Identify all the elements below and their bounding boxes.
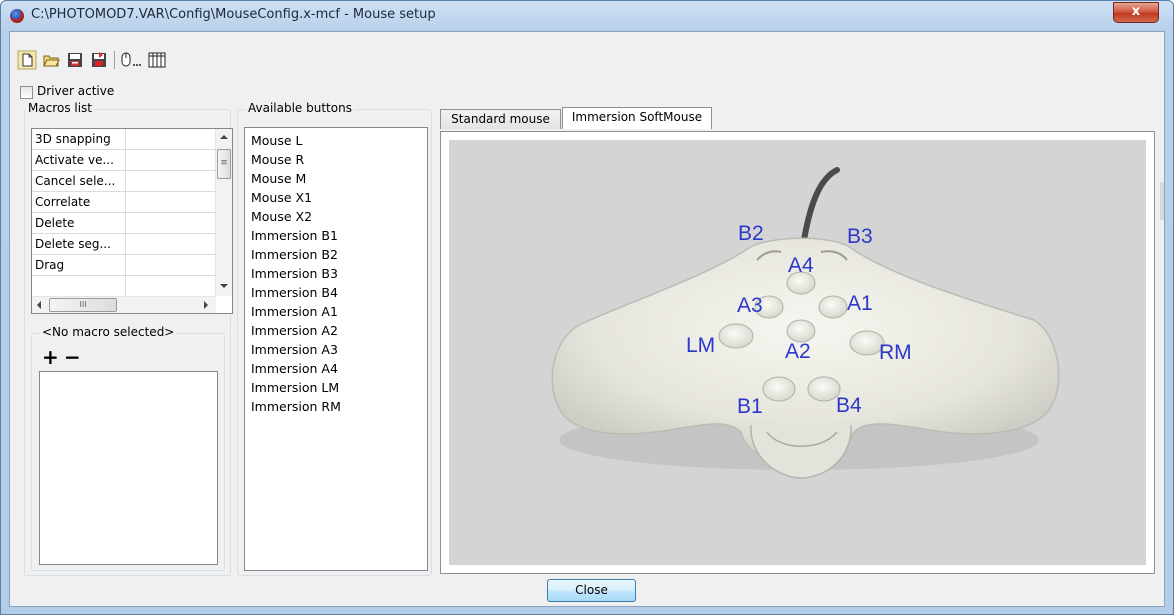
title-bar[interactable]: C:\PHOTOMOD7.VAR\Config\MouseConfig.x-mc… [1, 1, 1173, 31]
macro-row[interactable]: Delete [32, 213, 216, 234]
label-a2: A2 [785, 340, 811, 363]
tab-immersion-softmouse[interactable]: Immersion SoftMouse [562, 107, 712, 129]
list-item[interactable]: Immersion B3 [251, 266, 338, 281]
list-item[interactable]: Immersion A2 [251, 323, 338, 338]
save-icon[interactable] [65, 50, 85, 70]
add-step-button[interactable]: + [42, 345, 59, 369]
grid-icon[interactable] [147, 50, 167, 70]
scroll-up-icon[interactable] [220, 135, 228, 139]
window-edge [1160, 182, 1164, 220]
scroll-left-icon[interactable] [37, 301, 41, 309]
list-item[interactable]: Mouse L [251, 133, 303, 148]
label-a4: A4 [788, 254, 814, 277]
window-title: C:\PHOTOMOD7.VAR\Config\MouseConfig.x-mc… [31, 7, 436, 22]
macros-horizontal-scrollbar[interactable]: III [32, 296, 216, 313]
macro-row[interactable]: Drag [32, 255, 216, 276]
macro-name: Delete [35, 216, 75, 230]
label-a3: A3 [737, 294, 763, 317]
label-rm: RM [879, 341, 912, 364]
app-logo-icon [10, 9, 24, 23]
window-close-button[interactable]: x [1113, 2, 1159, 23]
macro-name: Correlate [35, 195, 91, 209]
macros-list[interactable]: 3D snapping Activate ve... Cancel sele..… [31, 128, 233, 314]
macro-name: Cancel sele... [35, 174, 116, 188]
list-item[interactable]: Immersion A3 [251, 342, 338, 357]
vertical-scroll-thumb[interactable]: ≡ [217, 149, 231, 179]
save-as-icon[interactable] [89, 50, 109, 70]
mouse-setup-window: C:\PHOTOMOD7.VAR\Config\MouseConfig.x-mc… [0, 0, 1174, 615]
label-b2: B2 [738, 222, 764, 245]
available-buttons-title: Available buttons [246, 101, 354, 115]
macros-vertical-scrollbar[interactable]: ≡ [215, 129, 232, 296]
list-item[interactable]: Mouse M [251, 171, 306, 186]
list-item[interactable]: Immersion B1 [251, 228, 338, 243]
list-item[interactable]: Immersion B2 [251, 247, 338, 262]
available-buttons-list[interactable]: Mouse L Mouse R Mouse M Mouse X1 Mouse X… [244, 127, 428, 571]
list-item[interactable]: Immersion A4 [251, 361, 338, 376]
list-item[interactable]: Immersion RM [251, 399, 341, 414]
tab-panel-immersion: B2 B3 A4 A3 A1 LM A2 RM B1 B4 [440, 131, 1155, 574]
softmouse-diagram: B2 B3 A4 A3 A1 LM A2 RM B1 B4 [449, 140, 1146, 565]
macro-row[interactable]: Delete seg... [32, 234, 216, 255]
macro-name: Drag [35, 258, 65, 272]
list-item[interactable]: Immersion LM [251, 380, 339, 395]
list-item[interactable]: Immersion B4 [251, 285, 338, 300]
button-b1 [762, 376, 796, 402]
new-file-icon[interactable] [17, 50, 37, 70]
macro-name: 3D snapping [35, 132, 111, 146]
list-item[interactable]: Mouse X2 [251, 209, 312, 224]
macro-name: Activate ve... [35, 153, 114, 167]
button-lm [718, 323, 754, 349]
mouse-settings-icon[interactable] [119, 50, 141, 70]
macro-steps-list[interactable] [39, 371, 218, 565]
label-a1: A1 [847, 292, 873, 315]
scroll-right-icon[interactable] [204, 301, 208, 309]
remove-step-button[interactable]: − [64, 345, 81, 369]
list-item[interactable]: Immersion A1 [251, 304, 338, 319]
macro-editor-title: <No macro selected> [40, 325, 177, 339]
label-b3: B3 [847, 225, 873, 248]
button-a2 [786, 319, 816, 343]
horizontal-scroll-thumb[interactable]: III [49, 298, 117, 312]
dialog-client-area: Driver active Macros list 3D snapping Ac… [9, 31, 1165, 607]
label-b4: B4 [836, 394, 862, 417]
driver-active-label: Driver active [37, 84, 115, 98]
label-lm: LM [686, 334, 715, 357]
macro-row[interactable]: Activate ve... [32, 150, 216, 171]
open-folder-icon[interactable] [41, 50, 61, 70]
macro-name: Delete seg... [35, 237, 111, 251]
macros-list-title: Macros list [26, 101, 95, 115]
close-button[interactable]: Close [547, 579, 636, 602]
list-item[interactable]: Mouse X1 [251, 190, 312, 205]
label-b1: B1 [737, 395, 763, 418]
macro-row[interactable]: 3D snapping [32, 129, 216, 150]
mouse-cable [801, 167, 840, 243]
scroll-down-icon[interactable] [220, 284, 228, 288]
list-item[interactable]: Mouse R [251, 152, 304, 167]
button-a1 [818, 295, 848, 319]
driver-active-checkbox[interactable] [20, 86, 33, 99]
macro-row[interactable]: Correlate [32, 192, 216, 213]
macro-row-empty [32, 276, 216, 296]
macro-row[interactable]: Cancel sele... [32, 171, 216, 192]
tab-standard-mouse[interactable]: Standard mouse [440, 109, 561, 129]
